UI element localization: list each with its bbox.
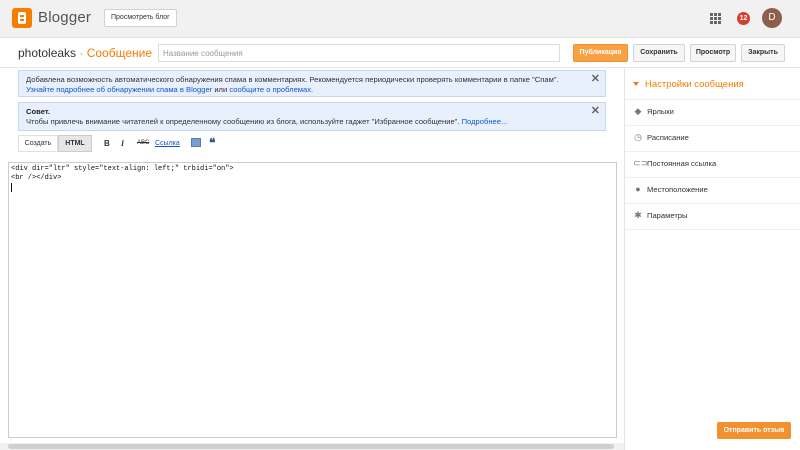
notice-title: Совет. — [26, 107, 50, 116]
send-feedback-button[interactable]: Отправить отзыв — [717, 422, 791, 439]
top-bar: Blogger Просмотреть блог 12 D — [0, 0, 800, 38]
close-icon[interactable]: ✕ — [591, 106, 600, 117]
clock-icon: ◷ — [634, 132, 642, 142]
sidebar-item-options[interactable]: ✱ Параметры — [625, 209, 800, 231]
blog-name: photoleaks — [18, 46, 77, 60]
sidebar-item-label: Расписание — [647, 133, 689, 142]
sidebar-item-labels[interactable]: ◆ Ярлыки — [625, 105, 800, 127]
bold-button[interactable]: B — [104, 139, 110, 148]
spam-learn-more-link[interactable]: Узнайте подробнее об обнаружении спама в… — [26, 85, 212, 94]
italic-button[interactable]: I — [121, 139, 124, 148]
blogger-logo-icon[interactable] — [12, 8, 32, 28]
spam-notice: Добавлена возможность автоматического об… — [18, 70, 606, 97]
publish-button[interactable]: Публикация — [573, 44, 628, 62]
sidebar-item-label: Ярлыки — [647, 107, 674, 116]
apps-grid-icon[interactable] — [710, 13, 721, 24]
breadcrumb: photoleaks · Сообщение — [18, 46, 152, 60]
gear-icon: ✱ — [634, 210, 642, 220]
quote-icon[interactable]: ❝ — [209, 136, 215, 150]
sidebar-heading-label: Настройки сообщения — [645, 79, 744, 90]
post-settings-sidebar: Настройки сообщения ◆ Ярлыки ◷ Расписани… — [624, 68, 800, 450]
view-blog-button[interactable]: Просмотреть блог — [104, 9, 177, 27]
sidebar-item-permalink[interactable]: ⊂⊃ Постоянная ссылка — [625, 157, 800, 179]
sidebar-item-schedule[interactable]: ◷ Расписание — [625, 131, 800, 153]
location-pin-icon: ● — [635, 184, 641, 194]
text-caret — [11, 183, 12, 192]
strikethrough-button[interactable]: ABC — [137, 140, 149, 146]
close-icon[interactable]: ✕ — [591, 74, 600, 85]
notice-text: Чтобы привлечь внимание читателей к опре… — [26, 117, 462, 126]
insert-image-icon[interactable] — [191, 138, 201, 147]
code-line: <br /></div> — [11, 174, 62, 182]
compose-mode-tab[interactable]: Создать — [18, 135, 58, 152]
link-icon: ⊂⊃ — [633, 158, 649, 168]
post-title-input[interactable] — [158, 44, 560, 62]
html-mode-tab[interactable]: HTML — [58, 135, 92, 152]
breadcrumb-separator: · — [76, 46, 87, 60]
sidebar-item-label: Постоянная ссылка — [647, 159, 717, 168]
preview-button[interactable]: Просмотр — [690, 44, 736, 62]
close-button[interactable]: Закрыть — [741, 44, 785, 62]
html-editor[interactable]: <div dir="ltr" style="text-align: left;"… — [8, 162, 617, 438]
link-button[interactable]: Ссылка — [155, 140, 180, 147]
sidebar-item-label: Местоположение — [647, 185, 708, 194]
post-settings-heading[interactable]: Настройки сообщения — [633, 79, 744, 90]
tip-more-link[interactable]: Подробнее... — [462, 117, 508, 126]
notice-text: Добавлена возможность автоматического об… — [26, 75, 559, 84]
save-button[interactable]: Сохранить — [633, 44, 685, 62]
sidebar-item-location[interactable]: ● Местоположение — [625, 183, 800, 205]
notification-badge[interactable]: 12 — [737, 12, 750, 25]
post-title-row: photoleaks · Сообщение Публикация Сохран… — [0, 38, 800, 68]
brand-name[interactable]: Blogger — [38, 9, 91, 26]
code-line: <div dir="ltr" style="text-align: left;"… — [11, 165, 234, 173]
sidebar-item-label: Параметры — [647, 211, 688, 220]
triangle-down-icon — [633, 82, 639, 86]
divider — [625, 99, 800, 100]
tip-notice: Совет. Чтобы привлечь внимание читателей… — [18, 102, 606, 131]
horizontal-scrollbar[interactable] — [0, 443, 624, 450]
page-title: Сообщение — [86, 46, 153, 60]
tag-icon: ◆ — [634, 106, 642, 116]
notice-text: или — [212, 85, 230, 94]
report-problem-link[interactable]: сообщите о проблемах. — [229, 85, 313, 94]
scrollbar-thumb[interactable] — [8, 444, 614, 449]
avatar[interactable]: D — [762, 8, 782, 28]
